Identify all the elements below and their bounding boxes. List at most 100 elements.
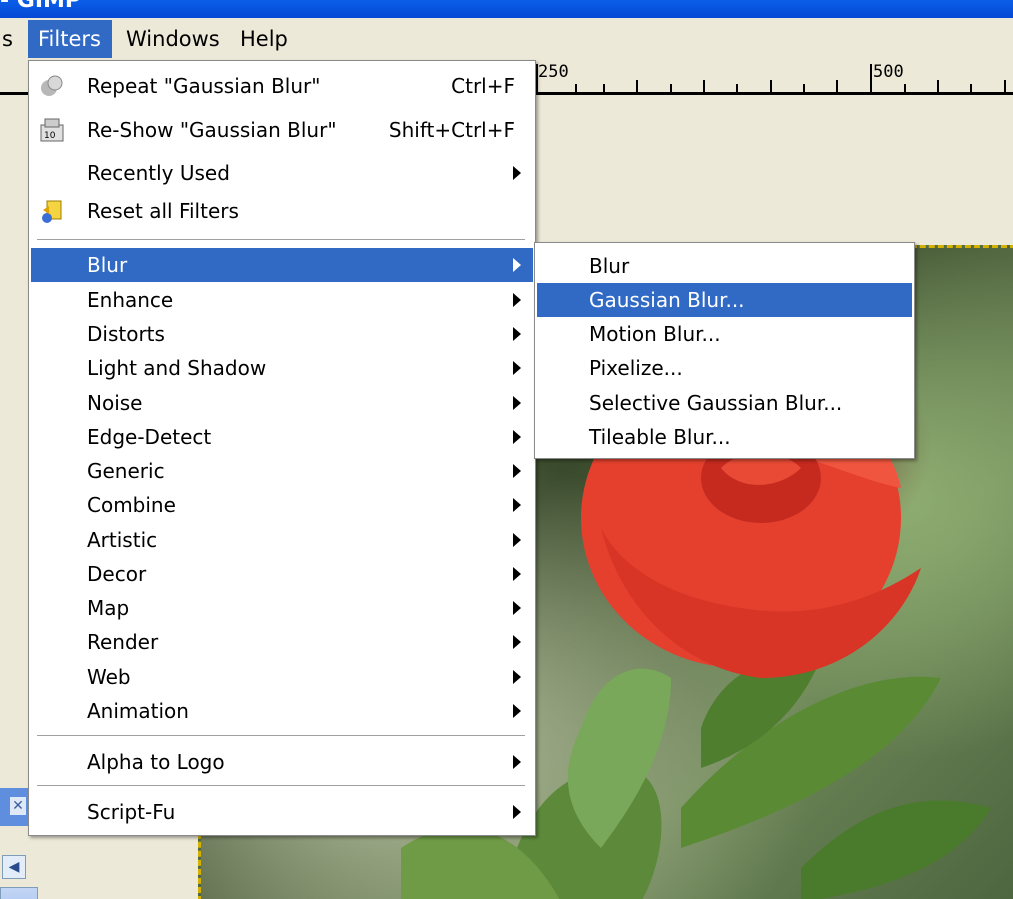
submenu-item-gaussian-blur[interactable]: Gaussian Blur... (537, 283, 912, 317)
submenu-arrow-icon (513, 601, 521, 615)
ruler-tick (836, 80, 838, 92)
menu-item-render[interactable]: Render (31, 625, 533, 659)
menu-item-label: Map (87, 596, 130, 620)
submenu-arrow-icon (513, 567, 521, 581)
repeat-icon (41, 75, 63, 96)
menu-item-label: Combine (87, 493, 176, 517)
menu-item-label: Pixelize... (589, 356, 683, 380)
menu-item-edge-detect[interactable]: Edge-Detect (31, 420, 533, 454)
menu-item-alpha-to-logo[interactable]: Alpha to Logo (31, 745, 533, 779)
menu-bar: s Filters Windows Help (0, 18, 1013, 60)
submenu-arrow-icon (513, 805, 521, 819)
submenu-item-tileable-blur[interactable]: Tileable Blur... (537, 420, 912, 454)
reshow-icon: 10 (40, 118, 64, 142)
menu-separator (37, 239, 525, 241)
submenu-arrow-icon (513, 327, 521, 341)
menu-item-label: Gaussian Blur... (589, 288, 745, 312)
menu-item-distorts[interactable]: Distorts (31, 317, 533, 351)
menu-item-label: Tileable Blur... (589, 425, 731, 449)
menu-separator (37, 785, 525, 787)
menu-windows[interactable]: Windows (116, 20, 230, 58)
ruler-tick (970, 84, 972, 92)
blur-submenu: Blur Gaussian Blur... Motion Blur... Pix… (534, 242, 915, 459)
menu-item-label: Generic (87, 459, 165, 483)
menu-item-shortcut: Shift+Ctrl+F (388, 118, 515, 142)
chevron-down-icon[interactable]: ⌄ (0, 887, 38, 899)
menu-partial[interactable]: s (0, 20, 23, 58)
menu-item-generic[interactable]: Generic (31, 454, 533, 488)
submenu-arrow-icon (513, 396, 521, 410)
menu-item-label: Motion Blur... (589, 322, 721, 346)
submenu-arrow-icon (513, 464, 521, 478)
ruler-tick (770, 80, 772, 92)
menu-item-label: Enhance (87, 288, 174, 312)
menu-item-artistic[interactable]: Artistic (31, 523, 533, 557)
menu-item-label: Selective Gaussian Blur... (589, 391, 843, 415)
ruler-tick (937, 80, 939, 92)
submenu-arrow-icon (513, 704, 521, 718)
submenu-arrow-icon (513, 533, 521, 547)
ruler-tick (603, 84, 605, 92)
menu-item-web[interactable]: Web (31, 660, 533, 694)
ruler-tick (904, 84, 906, 92)
menu-item-label: Script-Fu (87, 800, 176, 824)
ruler-tick (736, 84, 738, 92)
menu-item-combine[interactable]: Combine (31, 488, 533, 522)
title-bar: - GIMP (0, 0, 1013, 18)
filters-menu: Repeat "Gaussian Blur" Ctrl+F 10 Re-Show… (28, 60, 536, 836)
submenu-arrow-icon (513, 430, 521, 444)
scroll-left-button[interactable]: ◀ (2, 855, 26, 879)
gimp-window: - GIMP s Filters Windows Help 250 500 ✕ … (0, 0, 1013, 899)
reset-icon (42, 200, 62, 223)
submenu-item-blur[interactable]: Blur (537, 249, 912, 283)
menu-item-script-fu[interactable]: Script-Fu (31, 795, 533, 829)
ruler-tick (803, 84, 805, 92)
menu-item-noise[interactable]: Noise (31, 386, 533, 420)
leaf (801, 800, 991, 899)
menu-item-label: Distorts (87, 322, 165, 346)
menu-item-reset-all-filters[interactable]: Reset all Filters (31, 194, 533, 228)
ruler-tick (575, 84, 577, 92)
menu-item-label: Edge-Detect (87, 425, 212, 449)
menu-item-map[interactable]: Map (31, 591, 533, 625)
menu-item-label: Decor (87, 562, 147, 586)
window-title: - GIMP (0, 0, 82, 13)
menu-item-shortcut: Ctrl+F (451, 74, 515, 98)
submenu-item-selective-gaussian-blur[interactable]: Selective Gaussian Blur... (537, 386, 912, 420)
close-tab-button[interactable]: ✕ (0, 788, 30, 826)
ruler-tick (703, 80, 705, 92)
menu-item-repeat-gaussian-blur[interactable]: Repeat "Gaussian Blur" Ctrl+F (31, 69, 533, 103)
menu-item-recently-used[interactable]: Recently Used (31, 156, 533, 190)
ruler-tick (870, 64, 872, 92)
menu-item-label: Blur (87, 253, 128, 277)
menu-item-decor[interactable]: Decor (31, 557, 533, 591)
ruler-tick (636, 80, 638, 92)
ruler-tick (670, 84, 672, 92)
menu-item-blur[interactable]: Blur (31, 248, 533, 282)
menu-item-animation[interactable]: Animation (31, 694, 533, 728)
menu-item-label: Repeat "Gaussian Blur" (87, 74, 321, 98)
menu-item-label: Alpha to Logo (87, 750, 225, 774)
menu-filters[interactable]: Filters (28, 20, 112, 58)
submenu-arrow-icon (513, 635, 521, 649)
submenu-arrow-icon (513, 670, 521, 684)
menu-item-label: Animation (87, 699, 189, 723)
ruler-tick (536, 64, 538, 92)
menu-item-label: Recently Used (87, 161, 230, 185)
menu-separator (37, 735, 525, 737)
ruler-tick (1004, 80, 1006, 92)
submenu-item-motion-blur[interactable]: Motion Blur... (537, 317, 912, 351)
menu-item-label: Re-Show "Gaussian Blur" (87, 118, 337, 142)
submenu-arrow-icon (513, 293, 521, 307)
menu-item-label: Blur (589, 254, 630, 278)
menu-item-label: Noise (87, 391, 143, 415)
submenu-arrow-icon (513, 166, 521, 180)
menu-help[interactable]: Help (230, 20, 298, 58)
submenu-item-pixelize[interactable]: Pixelize... (537, 351, 912, 385)
menu-item-enhance[interactable]: Enhance (31, 283, 533, 317)
submenu-arrow-icon (513, 361, 521, 375)
menu-item-light-and-shadow[interactable]: Light and Shadow (31, 351, 533, 385)
menu-item-reshow-gaussian-blur[interactable]: 10 Re-Show "Gaussian Blur" Shift+Ctrl+F (31, 113, 533, 147)
menu-item-label: Render (87, 630, 159, 654)
ruler-label-250: 250 (538, 62, 569, 82)
